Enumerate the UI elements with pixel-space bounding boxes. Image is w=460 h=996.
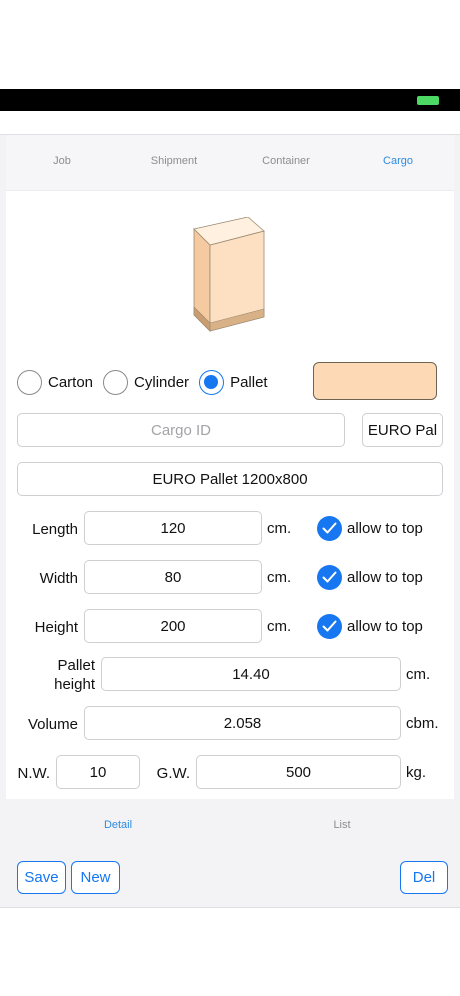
height-unit: cm. <box>267 618 292 635</box>
pallet-height-label-line1: Pallet <box>57 657 95 674</box>
radio-cylinder-circle[interactable] <box>103 369 129 395</box>
length-allow-to-top-checkbox[interactable]: allow to top <box>317 516 423 541</box>
bottom-tab-bar: Detail List <box>6 799 454 855</box>
height-allow-to-top-checkbox[interactable]: allow to top <box>317 614 423 639</box>
cargo-id-placeholder: Cargo ID <box>150 421 212 439</box>
length-input[interactable]: 120 <box>84 511 262 545</box>
volume-input[interactable]: 2.058 <box>84 706 401 740</box>
volume-unit: cbm. <box>406 715 439 732</box>
cargo-name-field[interactable]: EURO Pallet 1200x800 <box>17 462 443 496</box>
tab-detail[interactable]: Detail <box>68 819 168 831</box>
radio-carton-circle[interactable] <box>17 369 42 395</box>
height-allow-to-top-label: allow to top <box>347 618 423 635</box>
width-allow-to-top-label: allow to top <box>347 569 423 586</box>
radio-cylinder-label: Cylinder <box>134 373 190 391</box>
battery-icon <box>417 96 439 105</box>
net-weight-label: N.W. <box>17 765 51 782</box>
tab-list[interactable]: List <box>292 819 392 831</box>
radio-pallet-circle[interactable] <box>199 369 225 395</box>
cargo-id-field[interactable]: Cargo ID <box>17 413 345 447</box>
height-input[interactable]: 200 <box>84 609 262 643</box>
gross-weight-input[interactable]: 500 <box>196 755 401 789</box>
radio-pallet[interactable]: Pallet <box>199 369 268 395</box>
tab-cargo[interactable]: Cargo <box>348 155 448 167</box>
pallet-height-input[interactable]: 14.40 <box>101 657 401 691</box>
width-allow-to-top-checkbox[interactable]: allow to top <box>317 565 423 590</box>
pallet-box-illustration <box>193 217 265 332</box>
top-tab-bar: Job Shipment Container Cargo <box>6 135 454 191</box>
radio-pallet-label: Pallet <box>230 373 268 391</box>
radio-cylinder[interactable]: Cylinder <box>103 369 190 395</box>
width-input[interactable]: 80 <box>84 560 262 594</box>
radio-carton-label: Carton <box>48 373 94 391</box>
cargo-screen: Job Shipment Container Cargo Carton Cyli… <box>0 134 460 908</box>
net-weight-input[interactable]: 10 <box>56 755 140 789</box>
checkmark-icon <box>317 516 342 541</box>
cargo-color-swatch[interactable] <box>313 362 437 400</box>
volume-label: Volume <box>27 716 78 733</box>
radio-carton[interactable]: Carton <box>17 369 94 395</box>
status-bar <box>0 89 460 111</box>
length-label: Length <box>32 521 78 538</box>
gross-weight-label: G.W. <box>156 765 190 782</box>
tab-job[interactable]: Job <box>12 155 112 167</box>
checkmark-icon <box>317 614 342 639</box>
pallet-height-unit: cm. <box>406 666 431 683</box>
width-unit: cm. <box>267 569 292 586</box>
tab-shipment[interactable]: Shipment <box>124 155 224 167</box>
tab-container[interactable]: Container <box>236 155 336 167</box>
width-label: Width <box>39 570 78 587</box>
delete-button[interactable]: Del <box>400 861 448 894</box>
pallet-height-label-line2: height <box>54 676 95 693</box>
checkmark-icon <box>317 565 342 590</box>
preset-euro-pal-button[interactable]: EURO Pal <box>362 413 443 447</box>
save-button[interactable]: Save <box>17 861 66 894</box>
length-unit: cm. <box>267 520 292 537</box>
pallet-height-label: Pallet height <box>54 656 95 694</box>
height-label: Height <box>34 619 78 636</box>
new-button[interactable]: New <box>71 861 120 894</box>
weight-unit: kg. <box>406 764 427 781</box>
length-allow-to-top-label: allow to top <box>347 520 423 537</box>
cargo-type-selector: Carton Cylinder Pallet <box>17 367 278 397</box>
